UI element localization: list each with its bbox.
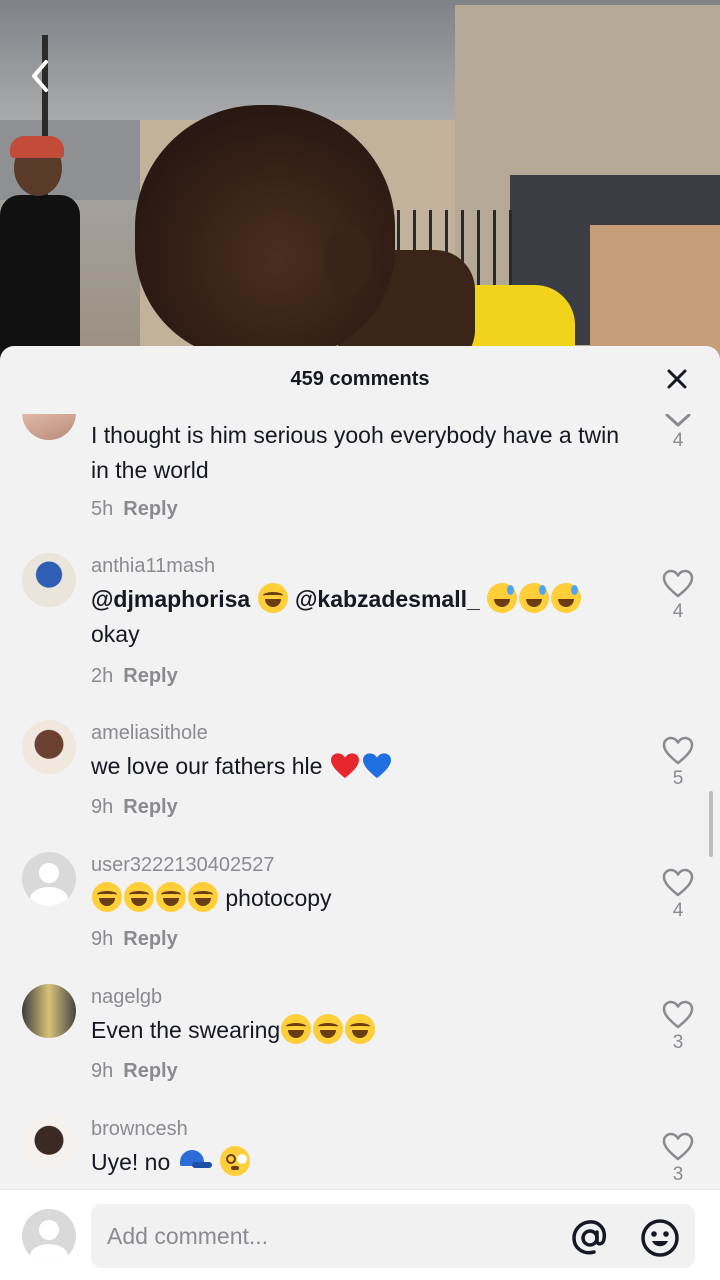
like-button[interactable]: 3 [660, 1000, 696, 1054]
comment-time: 2h [91, 665, 114, 687]
avatar[interactable] [22, 414, 76, 440]
avatar[interactable] [22, 553, 76, 607]
mention-button[interactable] [570, 1218, 610, 1258]
chevron-down-icon [665, 414, 691, 427]
like-button[interactable]: 4 [660, 414, 696, 452]
flushed-emoji-icon [220, 1146, 251, 1176]
video-player[interactable] [0, 0, 720, 360]
avatar[interactable] [22, 720, 76, 774]
mention-link[interactable]: @kabzadesmall_ [295, 586, 480, 612]
like-button[interactable]: 5 [660, 736, 696, 790]
video-person-center [135, 100, 575, 360]
like-count: 3 [672, 1032, 684, 1053]
reply-button[interactable]: Reply [123, 498, 177, 520]
comments-count-title: 459 comments [290, 368, 430, 390]
comment-text-body: we love our fathers hle [91, 753, 323, 779]
comment-text: we love our fathers hle [91, 749, 636, 784]
comment-meta: 9h Reply [91, 796, 178, 819]
joy-emoji-icon [281, 1014, 312, 1044]
comment-meta: 5h Reply [91, 498, 178, 521]
comment-meta: 2h Reply [91, 665, 178, 688]
default-avatar[interactable] [22, 852, 76, 906]
joy-emoji-icon [124, 882, 154, 912]
my-avatar [22, 1209, 76, 1263]
scrollbar[interactable] [709, 791, 713, 857]
comment-username[interactable]: ameliasithole [91, 722, 208, 745]
video-wall-right [590, 225, 720, 360]
comment-input-bar [0, 1189, 720, 1280]
emoji-button[interactable] [640, 1218, 680, 1258]
comment-text-body: Uye! no [91, 1149, 171, 1175]
like-count: 5 [672, 768, 684, 789]
reply-button[interactable]: Reply [123, 928, 177, 950]
comment-meta: 9h Reply [91, 928, 178, 951]
chevron-left-icon [32, 60, 48, 92]
blue-heart-emoji-icon [362, 752, 392, 780]
reply-button[interactable]: Reply [123, 796, 177, 818]
like-count: 4 [672, 430, 684, 451]
comment-text: Even the swearing [91, 1013, 636, 1048]
comment-time: 9h [91, 1060, 114, 1082]
joy-emoji-icon [188, 882, 218, 912]
comment-username[interactable]: anthia11mash [91, 555, 215, 578]
heart-outline-icon [662, 736, 694, 765]
avatar[interactable] [22, 984, 76, 1038]
sweat-smile-emoji-icon [519, 583, 550, 613]
video-person-left [0, 136, 80, 360]
like-count: 3 [672, 1164, 684, 1185]
heart-outline-icon [662, 1000, 694, 1029]
cap-emoji-icon [178, 1150, 212, 1170]
like-count: 4 [672, 601, 684, 622]
joy-emoji-icon [313, 1014, 344, 1044]
joy-emoji-icon [345, 1014, 376, 1044]
comment-time: 5h [91, 498, 114, 520]
comment-meta: 9h Reply [91, 1060, 178, 1083]
comment-text-after: okay [91, 621, 140, 647]
heart-outline-icon [662, 1132, 694, 1161]
comments-sheet: 459 comments I thought is him serious yo… [0, 346, 720, 1280]
sweat-smile-emoji-icon [551, 583, 582, 613]
sweat-smile-emoji-icon [487, 583, 518, 613]
comment-username[interactable]: nagelgb [91, 986, 162, 1009]
heart-outline-icon [662, 569, 694, 598]
like-count: 4 [672, 900, 684, 921]
comments-header: 459 comments [0, 346, 720, 414]
close-button[interactable] [664, 364, 690, 394]
at-icon [572, 1220, 607, 1255]
back-button[interactable] [26, 56, 56, 96]
reply-button[interactable]: Reply [123, 1060, 177, 1082]
avatar[interactable] [22, 1116, 76, 1170]
joy-emoji-icon [257, 583, 288, 613]
reply-button[interactable]: Reply [123, 665, 177, 687]
like-button[interactable]: 4 [660, 569, 696, 623]
comment-time: 9h [91, 928, 114, 950]
like-button[interactable]: 3 [660, 1132, 696, 1186]
comment-text: @djmaphorisa @kabzadesmall_ okay [91, 582, 636, 652]
joy-emoji-icon [156, 882, 186, 912]
comment-username[interactable]: browncesh [91, 1118, 188, 1141]
heart-outline-icon [662, 868, 694, 897]
joy-emoji-icon [92, 882, 122, 912]
comment-text-body: photocopy [225, 885, 332, 911]
comment-time: 9h [91, 796, 114, 818]
comment-username[interactable]: user3222130402527 [91, 854, 275, 877]
mention-link[interactable]: @djmaphorisa [91, 586, 250, 612]
comments-list[interactable]: I thought is him serious yooh everybody … [0, 414, 720, 1189]
comment-text: photocopy [91, 881, 636, 916]
close-icon [667, 369, 687, 389]
like-button[interactable]: 4 [660, 868, 696, 922]
comment-text-body: Even the swearing [91, 1017, 281, 1043]
comment-text: I thought is him serious yooh everybody … [91, 422, 620, 483]
emoji-icon [641, 1219, 679, 1257]
comment-text: Uye! no [91, 1145, 636, 1180]
red-heart-emoji-icon [330, 752, 360, 780]
